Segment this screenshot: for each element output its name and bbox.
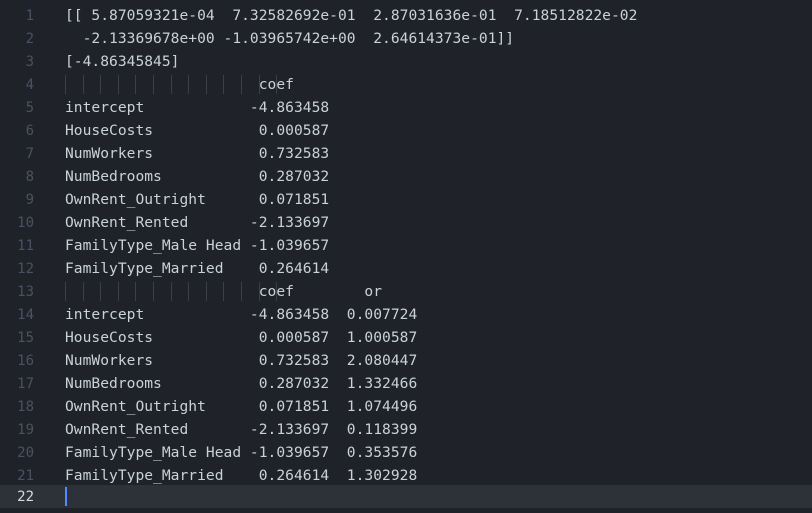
line-text[interactable]: FamilyType_Married 0.264614 — [65, 260, 329, 277]
line-text[interactable]: intercept -4.863458 — [65, 99, 329, 116]
line-number: 2 — [25, 30, 34, 47]
line-text[interactable]: -2.13369678e+00 -1.03965742e+00 2.646143… — [65, 30, 514, 47]
line-number: 22 — [17, 488, 34, 505]
line-text[interactable]: OwnRent_Outright 0.071851 — [65, 191, 329, 208]
line-text[interactable]: OwnRent_Outright 0.071851 1.074496 — [65, 398, 417, 415]
editor-line[interactable]: 9 OwnRent_Outright 0.071851 — [0, 188, 812, 211]
editor-line[interactable]: 13 coef or — [0, 280, 812, 303]
line-number: 18 — [17, 398, 34, 415]
editor-line[interactable]: 18 OwnRent_Outright 0.071851 1.074496 — [0, 395, 812, 418]
line-text[interactable]: NumWorkers 0.732583 2.080447 — [65, 352, 417, 369]
line-number: 15 — [17, 329, 34, 346]
line-number: 16 — [17, 352, 34, 369]
editor-line[interactable]: 1 [[ 5.87059321e-04 7.32582692e-01 2.870… — [0, 4, 812, 27]
line-number: 21 — [17, 467, 34, 484]
line-text[interactable]: NumBedrooms 0.287032 1.332466 — [65, 375, 417, 392]
line-number: 3 — [25, 53, 34, 70]
line-number: 6 — [25, 122, 34, 139]
editor-line-active[interactable]: 22 — [0, 485, 812, 508]
line-text[interactable]: [[ 5.87059321e-04 7.32582692e-01 2.87031… — [65, 7, 637, 24]
line-number: 1 — [25, 7, 34, 24]
line-number: 9 — [25, 191, 34, 208]
code-editor[interactable]: 1 [[ 5.87059321e-04 7.32582692e-01 2.870… — [0, 0, 812, 513]
line-number: 12 — [17, 260, 34, 277]
line-number: 20 — [17, 444, 34, 461]
editor-line[interactable]: 19 OwnRent_Rented -2.133697 0.118399 — [0, 418, 812, 441]
line-number: 5 — [25, 99, 34, 116]
line-number: 8 — [25, 168, 34, 185]
line-text[interactable]: OwnRent_Rented -2.133697 — [65, 214, 329, 231]
text-cursor — [65, 487, 67, 506]
editor-line[interactable]: 7 NumWorkers 0.732583 — [0, 142, 812, 165]
editor-line[interactable]: 17 NumBedrooms 0.287032 1.332466 — [0, 372, 812, 395]
line-number: 13 — [17, 283, 34, 300]
line-text[interactable]: HouseCosts 0.000587 1.000587 — [65, 329, 417, 346]
line-text[interactable]: NumWorkers 0.732583 — [65, 145, 329, 162]
line-number: 7 — [25, 145, 34, 162]
editor-line[interactable]: 21 FamilyType_Married 0.264614 1.302928 — [0, 464, 812, 487]
editor-line[interactable]: 6 HouseCosts 0.000587 — [0, 119, 812, 142]
line-text[interactable]: FamilyType_Male Head -1.039657 0.353576 — [65, 444, 417, 461]
line-number: 17 — [17, 375, 34, 392]
editor-line[interactable]: 11 FamilyType_Male Head -1.039657 — [0, 234, 812, 257]
editor-line[interactable]: 3 [-4.86345845] — [0, 50, 812, 73]
editor-line[interactable]: 10 OwnRent_Rented -2.133697 — [0, 211, 812, 234]
editor-line[interactable]: 20 FamilyType_Male Head -1.039657 0.3535… — [0, 441, 812, 464]
line-text[interactable]: OwnRent_Rented -2.133697 0.118399 — [65, 421, 417, 438]
line-text[interactable]: coef — [65, 76, 294, 93]
editor-line[interactable]: 2 -2.13369678e+00 -1.03965742e+00 2.6461… — [0, 27, 812, 50]
line-number: 11 — [17, 237, 34, 254]
line-text[interactable]: coef or — [65, 283, 382, 300]
line-number: 10 — [17, 214, 34, 231]
editor-line[interactable]: 4 coef — [0, 73, 812, 96]
line-text[interactable]: FamilyType_Married 0.264614 1.302928 — [65, 467, 417, 484]
line-text[interactable]: intercept -4.863458 0.007724 — [65, 306, 417, 323]
line-text[interactable]: FamilyType_Male Head -1.039657 — [65, 237, 329, 254]
editor-line[interactable]: 12 FamilyType_Married 0.264614 — [0, 257, 812, 280]
editor-line[interactable]: 15 HouseCosts 0.000587 1.000587 — [0, 326, 812, 349]
editor-line[interactable]: 8 NumBedrooms 0.287032 — [0, 165, 812, 188]
editor-line[interactable]: 5 intercept -4.863458 — [0, 96, 812, 119]
line-text[interactable]: NumBedrooms 0.287032 — [65, 168, 329, 185]
line-text[interactable]: [-4.86345845] — [65, 53, 179, 70]
editor-line[interactable]: 16 NumWorkers 0.732583 2.080447 — [0, 349, 812, 372]
editor-line[interactable]: 14 intercept -4.863458 0.007724 — [0, 303, 812, 326]
line-text[interactable]: HouseCosts 0.000587 — [65, 122, 329, 139]
line-number: 19 — [17, 421, 34, 438]
line-number: 14 — [17, 306, 34, 323]
line-number: 4 — [25, 76, 34, 93]
